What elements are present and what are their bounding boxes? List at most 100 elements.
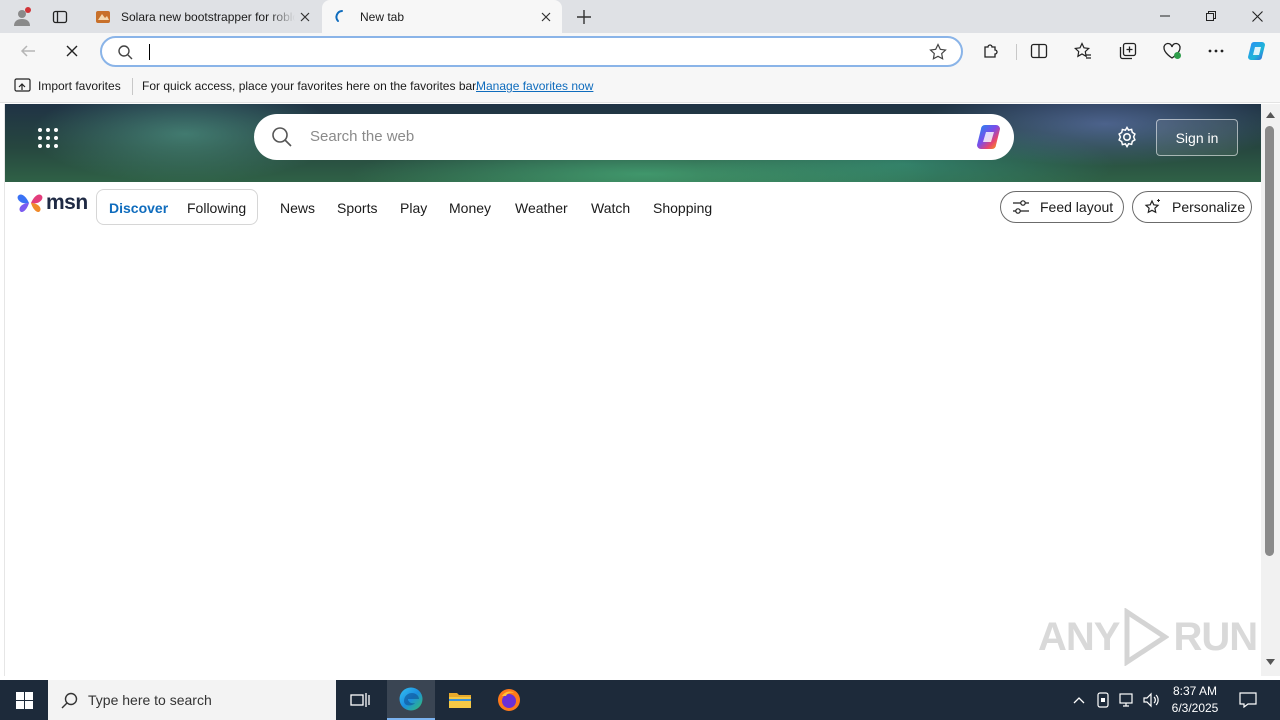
taskbar-file-explorer[interactable] (436, 680, 484, 720)
taskbar-search-box[interactable]: Type here to search (48, 680, 336, 720)
sign-in-button[interactable]: Sign in (1156, 119, 1238, 156)
text-caret (149, 44, 150, 60)
close-icon (66, 45, 78, 57)
network-button[interactable] (1116, 680, 1138, 720)
taskbar-edge[interactable] (387, 680, 435, 720)
tab-following[interactable]: Following (187, 200, 246, 216)
copilot-icon[interactable] (974, 122, 1006, 152)
watermark-right: RUN (1173, 614, 1258, 659)
personalize-button[interactable]: Personalize (1132, 191, 1252, 223)
show-hidden-icons-button[interactable] (1068, 680, 1090, 720)
scroll-up-arrow-icon[interactable] (1266, 112, 1275, 118)
nav-money[interactable]: Money (449, 200, 491, 216)
scroll-down-arrow-icon[interactable] (1266, 659, 1275, 665)
msn-new-tab-page: Search the web Sign in msn Discover Foll… (4, 104, 1261, 676)
speaker-icon (1142, 692, 1159, 708)
windows-taskbar: Type here to search 8:37 AM 6/3/2025 (0, 680, 1280, 720)
close-icon (1251, 10, 1263, 22)
apps-launcher-icon[interactable] (38, 128, 58, 148)
window-close-button[interactable] (1234, 0, 1280, 32)
anyrun-watermark: ANY RUN (1038, 608, 1258, 666)
msn-logo[interactable]: msn (17, 191, 88, 215)
tab-discover[interactable]: Discover (109, 200, 168, 216)
taskbar-clock[interactable]: 8:37 AM 6/3/2025 (1160, 683, 1230, 717)
settings-more-button[interactable] (1200, 35, 1232, 67)
loading-icon (335, 9, 343, 22)
nav-shopping[interactable]: Shopping (653, 200, 712, 216)
start-button[interactable] (0, 680, 48, 720)
favorites-divider (132, 78, 133, 95)
sparkle-star-icon (1144, 199, 1160, 214)
new-tab-button[interactable] (566, 3, 602, 30)
stop-loading-button[interactable] (56, 35, 88, 67)
browser-essentials-button[interactable] (1156, 35, 1188, 67)
import-favorites-button[interactable]: Import favorites (14, 78, 121, 93)
web-search-box[interactable]: Search the web (254, 114, 1014, 160)
watermark-left: ANY (1038, 614, 1120, 659)
tab-close-button[interactable] (295, 7, 315, 27)
restore-button[interactable] (1188, 0, 1234, 32)
address-bar[interactable] (100, 36, 963, 67)
chevron-up-icon (1073, 697, 1085, 704)
tab-title: Solara new bootstrapper for roblox (121, 9, 295, 24)
heart-pulse-icon (1163, 42, 1181, 59)
tab-strip: Solara new bootstrapper for roblox New t… (0, 0, 1280, 33)
split-screen-icon (1030, 43, 1048, 59)
nav-news[interactable]: News (280, 200, 315, 216)
butterfly-logo-icon (17, 194, 43, 213)
collections-button[interactable] (1112, 35, 1144, 67)
tab-actions-button[interactable] (42, 3, 78, 30)
vertical-scrollbar[interactable] (1261, 104, 1280, 676)
copilot-button[interactable] (1242, 35, 1274, 67)
extensions-button[interactable] (975, 35, 1007, 67)
tray-device-button[interactable] (1092, 680, 1114, 720)
windows-logo-icon (15, 691, 33, 709)
search-icon (118, 45, 133, 60)
folder-icon (449, 693, 471, 708)
restore-icon (1206, 11, 1216, 21)
feed-layout-label: Feed layout (1040, 199, 1114, 215)
nav-watch[interactable]: Watch (591, 200, 630, 216)
device-icon (1097, 692, 1109, 708)
favorites-star-icon (1074, 42, 1091, 59)
edge-icon (399, 687, 423, 711)
tab-title: New tab (360, 9, 405, 24)
collections-icon (1119, 42, 1137, 60)
task-view-button[interactable] (336, 680, 384, 720)
search-placeholder: Search the web (310, 128, 415, 145)
close-icon (541, 12, 551, 21)
profile-button[interactable] (4, 3, 40, 30)
tab-new-tab[interactable]: New tab (322, 0, 562, 33)
manage-favorites-link[interactable]: Manage favorites now (476, 79, 593, 93)
feed-layout-button[interactable]: Feed layout (1000, 191, 1124, 223)
nav-sports[interactable]: Sports (337, 200, 377, 216)
split-screen-button[interactable] (1023, 35, 1055, 67)
sliders-icon (1013, 200, 1029, 214)
search-icon (61, 692, 78, 708)
import-favorites-label: Import favorites (38, 78, 121, 93)
favorites-message: For quick access, place your favorites h… (142, 79, 479, 93)
nav-play[interactable]: Play (400, 200, 427, 216)
search-icon (272, 127, 292, 147)
favorites-button[interactable] (1067, 35, 1099, 67)
back-arrow-icon (20, 45, 35, 57)
tab-solara[interactable]: Solara new bootstrapper for roblox (83, 0, 321, 33)
gear-icon[interactable] (1116, 126, 1138, 148)
taskbar-search-placeholder: Type here to search (88, 692, 212, 708)
copilot-icon (1248, 42, 1265, 60)
browser-toolbar (0, 33, 1280, 70)
nav-weather[interactable]: Weather (515, 200, 568, 216)
firefox-icon (498, 689, 520, 711)
volume-button[interactable] (1140, 680, 1162, 720)
notifications-button[interactable] (1232, 680, 1264, 720)
taskbar-firefox[interactable] (485, 680, 533, 720)
tab-actions-icon (52, 10, 68, 23)
minimize-button[interactable] (1142, 0, 1188, 32)
tab-close-button[interactable] (536, 7, 556, 27)
network-icon (1119, 693, 1133, 707)
scrollbar-thumb[interactable] (1265, 126, 1274, 556)
personalize-label: Personalize (1172, 199, 1246, 215)
play-triangle-icon (1124, 608, 1170, 666)
back-button[interactable] (12, 35, 44, 67)
add-favorite-star-icon[interactable] (929, 43, 947, 61)
